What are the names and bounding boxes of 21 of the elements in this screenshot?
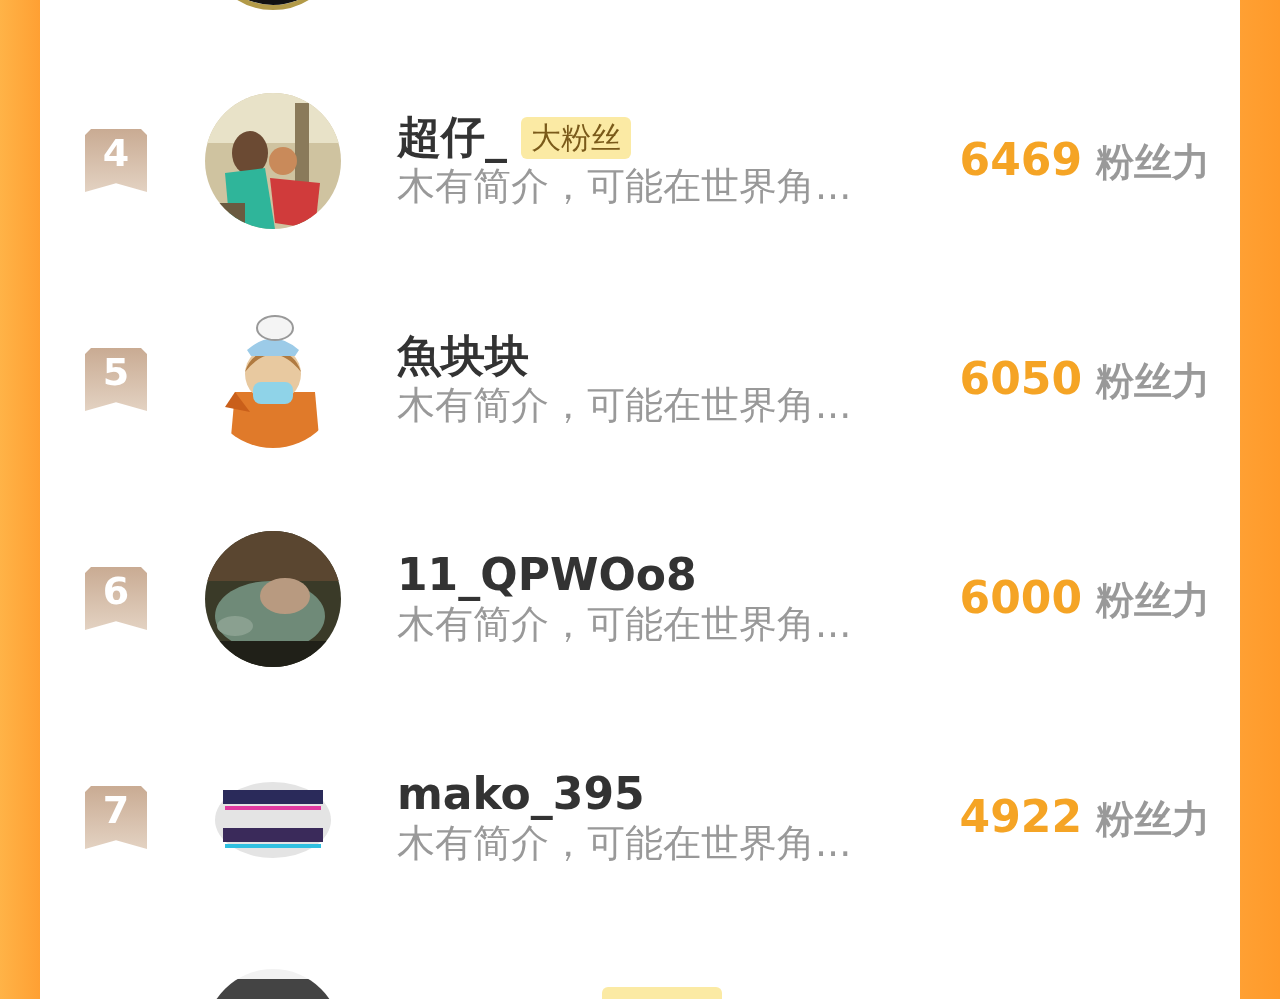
user-name[interactable]: mako_395 (397, 768, 645, 822)
user-bio: 木有简介，可能在世界角... (397, 821, 853, 867)
fan-score: 6000 (959, 571, 1082, 623)
rank-badge: 7 (85, 786, 147, 849)
user-name[interactable]: 超仔_ (397, 111, 507, 165)
rank-badge: 5 (85, 348, 147, 411)
score-unit: 粉丝力 (1096, 138, 1210, 186)
user-name[interactable]: 魚块块 (397, 330, 529, 384)
fan-score: 6469 (959, 133, 1082, 185)
user-name[interactable]: 11_QPWOo8 (397, 549, 697, 603)
score-unit: 粉丝力 (1096, 576, 1210, 624)
rank-badge: 6 (85, 567, 147, 630)
score-unit: 粉丝力 (1096, 795, 1210, 843)
rank-badge: 4 (85, 129, 147, 192)
fan-score: 4922 (959, 790, 1082, 842)
fan-score: 6050 (959, 352, 1082, 404)
user-bio: 木有简介，可能在世界角... (397, 383, 853, 429)
score-unit: 粉丝力 (1096, 357, 1210, 405)
fan-level-badge: 大粉丝 (521, 116, 631, 159)
user-bio: 木有简介，可能在世界角... (397, 164, 853, 210)
user-bio: 木有简介，可能在世界角... (397, 602, 853, 648)
